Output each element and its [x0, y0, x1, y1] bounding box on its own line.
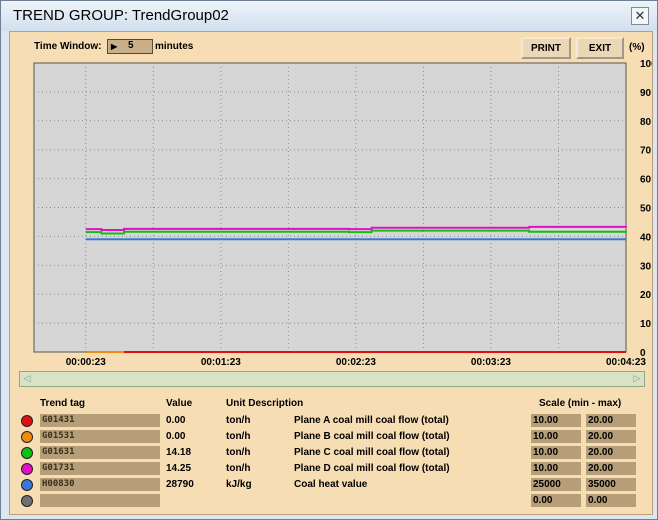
table-row[interactable]: H00830 28790 kJ/kg Coal heat value 25000 3500… [10, 478, 652, 492]
y-tick-label: 100 [640, 59, 652, 70]
trend-color-icon[interactable] [21, 415, 33, 427]
table-row[interactable]: G01531 0.00 ton/h Plane B coal mill coal fl… [10, 430, 652, 444]
scale-min-field[interactable]: 10.00 [531, 430, 581, 443]
x-tick-label: 00:02:23 [336, 357, 376, 368]
title-bar: TREND GROUP: TrendGroup02 ✕ [1, 1, 657, 31]
y-tick-label: 60 [640, 175, 652, 186]
trend-value: 28790 [166, 479, 194, 490]
header-unit-description: Unit Description [226, 398, 304, 409]
trend-tag-field[interactable]: H00830 [40, 478, 160, 491]
trend-tag-field[interactable]: G01631 [40, 446, 160, 459]
trend-color-icon[interactable] [21, 447, 33, 459]
trend-color-icon[interactable] [21, 479, 33, 491]
trend-unit: ton/h [226, 415, 251, 426]
scale-min-field[interactable]: 25000 [531, 478, 581, 491]
y-tick-label: 10 [640, 319, 652, 330]
scroll-left-icon[interactable]: ◁ [21, 373, 33, 383]
trend-tag-field[interactable] [40, 494, 160, 507]
trend-description: Plane D coal mill coal flow (total) [294, 463, 450, 474]
header-value: Value [166, 398, 193, 409]
trend-unit: ton/h [226, 463, 251, 474]
x-tick-label: 00:01:23 [201, 357, 241, 368]
y-tick-label: 50 [640, 204, 652, 215]
scale-min-field[interactable]: 10.00 [531, 446, 581, 459]
x-tick-label: 00:03:23 [471, 357, 511, 368]
scale-max-field[interactable]: 20.00 [586, 462, 636, 475]
trend-unit: ton/h [226, 431, 251, 442]
scale-max-field[interactable]: 20.00 [586, 430, 636, 443]
trend-group-window: TREND GROUP: TrendGroup02 ✕ Time Window:… [0, 0, 658, 520]
trend-description: Plane C coal mill coal flow (total) [294, 447, 450, 458]
x-tick-label: 00:00:23 [66, 357, 106, 368]
scale-max-field[interactable]: 35000 [586, 478, 636, 491]
table-row[interactable]: 0.00 0.00 [10, 494, 652, 508]
trend-chart: 1009080706050403020100 00:00:2300:01:230… [33, 59, 652, 368]
trend-description: Plane A coal mill coal flow (total) [294, 415, 449, 426]
y-tick-label: 20 [640, 290, 652, 301]
trend-unit: kJ/kg [226, 479, 252, 490]
trend-tag-field[interactable]: G01431 [40, 414, 160, 427]
y-tick-label: 90 [640, 88, 652, 99]
trend-color-icon[interactable] [21, 463, 33, 475]
trend-value: 0.00 [166, 431, 186, 442]
scale-max-field[interactable]: 20.00 [586, 446, 636, 459]
y-tick-label: 40 [640, 232, 652, 243]
scroll-right-icon[interactable]: ▷ [631, 373, 643, 383]
scale-min-field[interactable]: 0.00 [531, 494, 581, 507]
x-tick-label: 00:04:23 [606, 357, 646, 368]
window-title: TREND GROUP: TrendGroup02 [13, 7, 229, 24]
scale-max-field[interactable]: 20.00 [586, 414, 636, 427]
y-tick-label: 30 [640, 261, 652, 272]
horizontal-scrollbar[interactable]: ◁ ▷ [19, 371, 645, 387]
scale-min-field[interactable]: 10.00 [531, 414, 581, 427]
table-row[interactable]: G01631 14.18 ton/h Plane C coal mill coal f… [10, 446, 652, 460]
trend-value: 14.18 [166, 447, 192, 458]
trend-description: Plane B coal mill coal flow (total) [294, 431, 450, 442]
y-tick-label: 70 [640, 146, 652, 157]
scale-max-field[interactable]: 0.00 [586, 494, 636, 507]
table-row[interactable]: G01431 0.00 ton/h Plane A coal mill coal fl… [10, 414, 652, 428]
header-scale: Scale (min - max) [539, 398, 622, 409]
trend-tag-field[interactable]: G01531 [40, 430, 160, 443]
scale-min-field[interactable]: 10.00 [531, 462, 581, 475]
trend-description: Coal heat value [294, 479, 368, 490]
table-row[interactable]: G01731 14.25 ton/h Plane D coal mill coal f… [10, 462, 652, 476]
close-icon[interactable]: ✕ [631, 7, 649, 25]
trend-value: 0.00 [166, 415, 186, 426]
trend-color-icon[interactable] [21, 495, 33, 507]
trend-tag-field[interactable]: G01731 [40, 462, 160, 475]
y-tick-label: 80 [640, 117, 652, 128]
header-trend-tag: Trend tag [40, 398, 86, 409]
trend-unit: ton/h [226, 447, 251, 458]
trend-panel: Time Window: ▶ 5 minutes PRINT EXIT (%) … [9, 31, 653, 515]
trend-color-icon[interactable] [21, 431, 33, 443]
trend-value: 14.25 [166, 463, 192, 474]
